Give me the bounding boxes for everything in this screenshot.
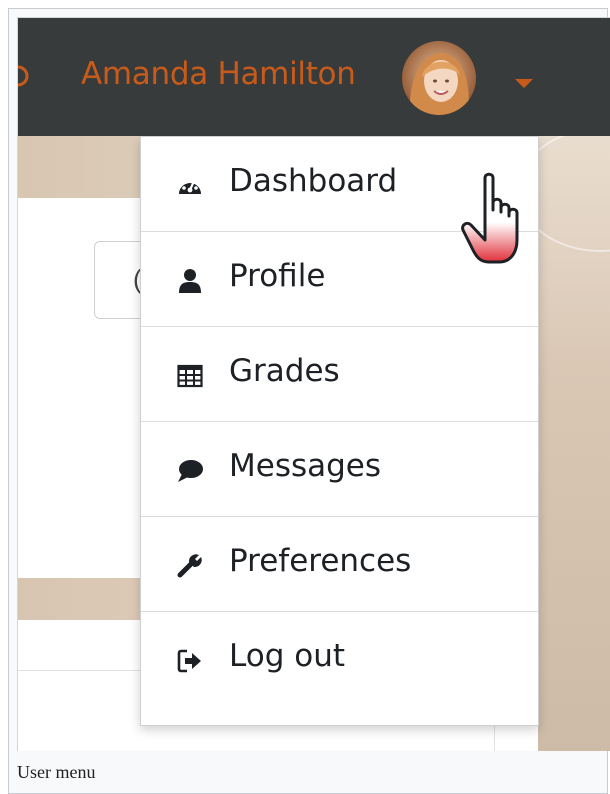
user-name[interactable]: Amanda Hamilton <box>81 56 356 92</box>
user-icon <box>177 268 203 294</box>
avatar[interactable] <box>402 41 476 115</box>
menu-item-label: Grades <box>229 353 340 389</box>
wrench-icon <box>177 553 203 579</box>
table-icon <box>177 363 203 389</box>
menu-item-label: Dashboard <box>229 163 398 199</box>
menu-item-messages[interactable]: Messages <box>141 422 538 517</box>
nav-icon-fragment[interactable] <box>18 64 30 88</box>
figure-caption: User menu <box>17 762 96 782</box>
menu-item-grades[interactable]: Grades <box>141 327 538 422</box>
menu-item-label: Preferences <box>229 543 412 579</box>
menu-item-log-out[interactable]: Log out <box>141 612 538 707</box>
menu-item-label: Messages <box>229 448 382 484</box>
caret-down-icon[interactable] <box>515 79 533 88</box>
tachometer-icon <box>177 173 203 199</box>
top-navbar: Amanda Hamilton <box>18 18 610 136</box>
hand-pointer-icon <box>455 170 535 270</box>
comment-icon <box>177 458 203 484</box>
menu-item-label: Profile <box>229 258 326 294</box>
sign-out-icon <box>177 648 203 674</box>
screenshot: ( Amanda Hamilton Dashboard Profile Grad… <box>17 17 610 751</box>
menu-item-label: Log out <box>229 638 345 674</box>
menu-item-preferences[interactable]: Preferences <box>141 517 538 612</box>
